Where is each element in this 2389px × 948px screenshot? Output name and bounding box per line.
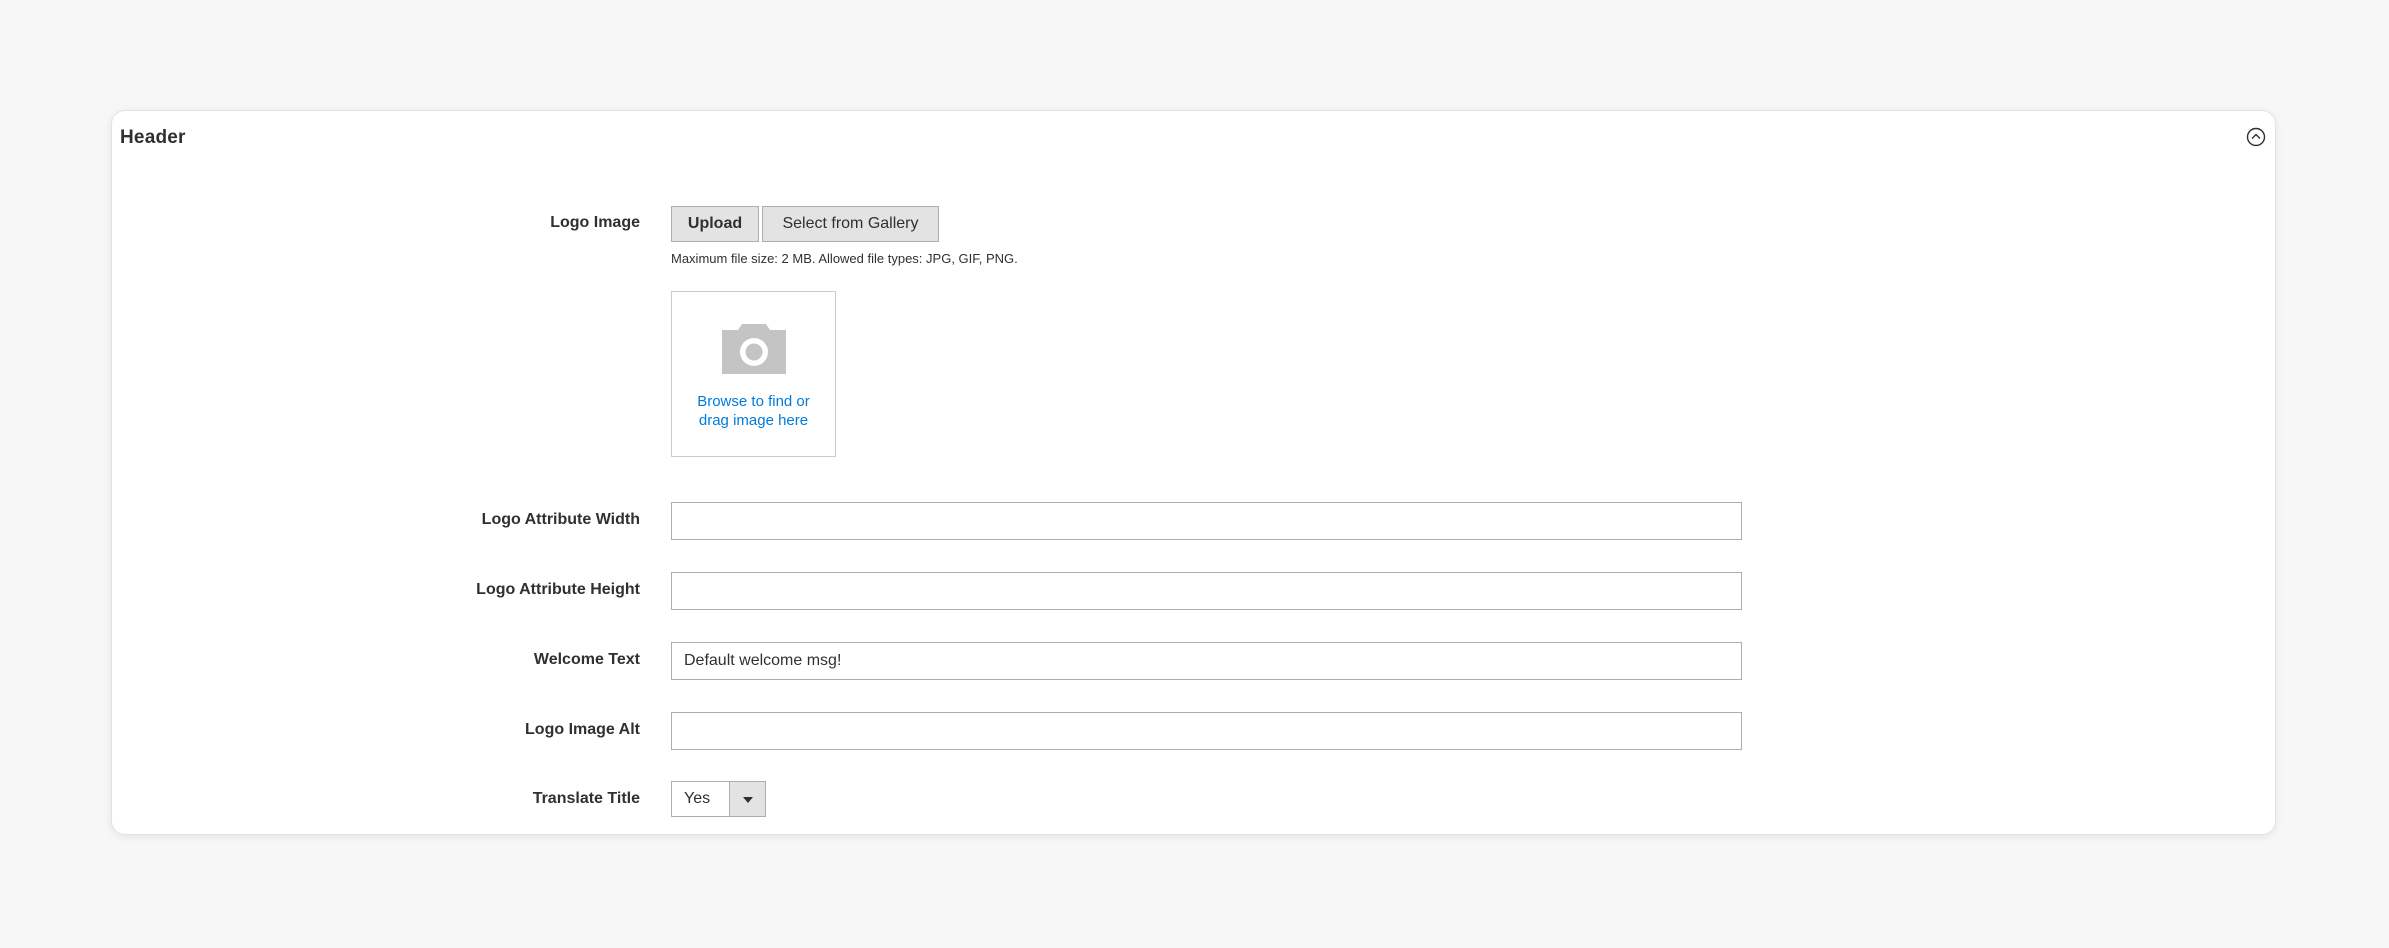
translate-title-label: Translate Title — [532, 790, 640, 807]
welcome-text-input[interactable] — [671, 642, 1742, 680]
logo-image-label: Logo Image — [550, 214, 640, 231]
section-title[interactable]: Header — [120, 127, 186, 149]
logo-height-label: Logo Attribute Height — [476, 581, 640, 598]
upload-button[interactable]: Upload — [671, 206, 759, 242]
camera-icon — [722, 324, 786, 374]
image-dropzone[interactable]: Browse to find or drag image here — [671, 291, 836, 457]
header-section-panel: Header Logo Image Upload Select from Gal… — [111, 110, 2276, 835]
logo-alt-label: Logo Image Alt — [525, 721, 640, 738]
dropzone-text-line2[interactable]: drag image here — [672, 411, 835, 430]
logo-alt-input[interactable] — [671, 712, 1742, 750]
file-size-note: Maximum file size: 2 MB. Allowed file ty… — [671, 251, 1018, 266]
dropzone-text[interactable]: Browse to find or drag image here — [672, 392, 835, 430]
logo-height-input[interactable] — [671, 572, 1742, 610]
dropzone-text-line1[interactable]: Browse to find or — [672, 392, 835, 411]
chevron-down-icon — [743, 797, 753, 803]
dropdown-toggle[interactable] — [729, 782, 765, 816]
logo-width-input[interactable] — [671, 502, 1742, 540]
logo-width-label: Logo Attribute Width — [481, 511, 640, 528]
translate-title-select[interactable]: Yes — [671, 781, 766, 817]
translate-title-value: Yes — [684, 790, 711, 807]
collapse-icon[interactable] — [2246, 127, 2266, 147]
welcome-text-label: Welcome Text — [533, 651, 640, 668]
select-from-gallery-button[interactable]: Select from Gallery — [762, 206, 939, 242]
